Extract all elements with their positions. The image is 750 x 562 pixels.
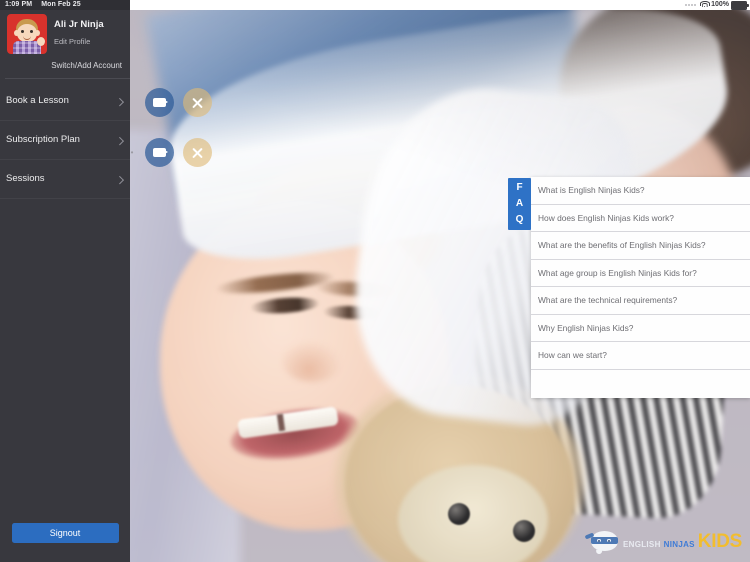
status-bar-left: 1:09 PM Mon Feb 25 <box>5 0 81 10</box>
chevron-right-icon <box>115 97 124 106</box>
faq-letter: Q <box>515 214 524 225</box>
video-camera-icon[interactable] <box>145 138 174 167</box>
ninja-mascot-icon <box>584 531 618 554</box>
chevron-right-icon <box>115 175 124 184</box>
signout-button[interactable]: Signout <box>11 523 119 543</box>
sidebar-divider <box>5 78 130 79</box>
call-controls-row <box>145 138 212 167</box>
sidebar: Ali Jr Ninja Edit Profile Switch/Add Acc… <box>0 0 130 562</box>
battery-full-icon <box>731 0 749 10</box>
wifi-icon <box>699 1 710 9</box>
switch-add-account-button[interactable]: Switch/Add Account <box>51 61 122 70</box>
faq-tab[interactable]: F A Q <box>508 178 531 230</box>
call-controls-row <box>145 88 212 117</box>
brand-wordmark: ENGLISH NINJAS KIDS <box>623 532 742 551</box>
sidebar-menu: Book a Lesson Subscription Plan Sessions <box>0 82 130 199</box>
brand-word-kids: KIDS <box>697 531 743 552</box>
status-time: 1:09 PM <box>5 1 33 8</box>
app-root: 1:09 PM Mon Feb 25 100% Ali Jr Ninja Edi… <box>0 0 750 562</box>
faq-panel: What is English Ninjas Kids? How does En… <box>531 177 750 398</box>
brand-word-english: ENGLISH <box>622 540 661 549</box>
faq-list-footer <box>531 370 750 398</box>
sidebar-item-label: Sessions <box>6 173 45 184</box>
faq-item[interactable]: What age group is English Ninjas Kids fo… <box>531 260 750 287</box>
sidebar-item-label: Book a Lesson <box>6 95 69 106</box>
faq-item[interactable]: What are the benefits of English Ninjas … <box>531 232 750 260</box>
faq-letter: A <box>515 198 524 209</box>
sidebar-item-sessions[interactable]: Sessions <box>0 160 130 199</box>
faq-item[interactable]: How does English Ninjas Kids work? <box>531 205 750 232</box>
status-date: Mon Feb 25 <box>41 1 81 8</box>
faq-item[interactable]: Why English Ninjas Kids? <box>531 315 750 342</box>
status-bar-right: 100% <box>685 0 749 10</box>
faq-letter: F <box>516 182 523 193</box>
sidebar-item-subscription-plan[interactable]: Subscription Plan <box>0 121 130 160</box>
close-x-icon[interactable] <box>183 138 212 167</box>
avatar[interactable] <box>7 14 47 54</box>
status-bar: 1:09 PM Mon Feb 25 100% <box>0 0 750 10</box>
faq-item[interactable]: What are the technical requirements? <box>531 287 750 315</box>
close-x-icon[interactable] <box>183 88 212 117</box>
battery-percent-label: 100% <box>711 1 729 8</box>
signal-dots-icon <box>685 4 697 6</box>
faq-item[interactable]: What is English Ninjas Kids? <box>531 177 750 205</box>
video-camera-icon[interactable] <box>145 88 174 117</box>
signout-container: Signout <box>0 523 130 543</box>
profile-name: Ali Jr Ninja <box>54 19 104 30</box>
sidebar-item-book-a-lesson[interactable]: Book a Lesson <box>0 82 130 121</box>
faq-item[interactable]: How can we start? <box>531 342 750 370</box>
brand-word-ninjas: NINJAS <box>663 540 695 549</box>
brand-logo: ENGLISH NINJAS KIDS <box>584 531 742 554</box>
sidebar-item-label: Subscription Plan <box>6 134 80 145</box>
chevron-right-icon <box>115 136 124 145</box>
edit-profile-link[interactable]: Edit Profile <box>54 37 90 46</box>
